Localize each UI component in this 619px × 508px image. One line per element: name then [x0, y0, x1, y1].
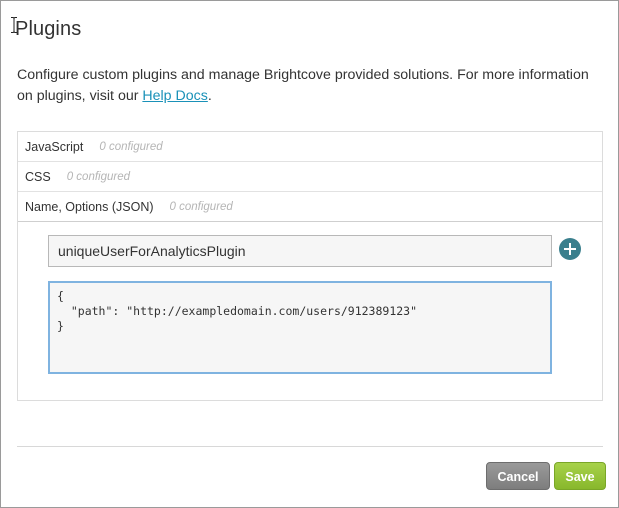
dialog-description: Configure custom plugins and manage Brig…: [17, 65, 607, 107]
section-label: JavaScript: [25, 139, 84, 154]
dialog-title: Plugins: [15, 18, 82, 40]
section-count: 0 configured: [169, 200, 233, 213]
plugins-dialog: Plugins Configure custom plugins and man…: [0, 0, 619, 508]
help-docs-link[interactable]: Help Docs: [142, 88, 207, 104]
plugin-name-input[interactable]: [48, 235, 552, 267]
footer-divider: [17, 446, 603, 447]
section-javascript[interactable]: JavaScript 0 configured: [18, 132, 602, 162]
cancel-button[interactable]: Cancel: [486, 462, 550, 490]
description-end: .: [207, 88, 212, 104]
section-label: Name, Options (JSON): [25, 199, 154, 214]
section-name-options-json[interactable]: Name, Options (JSON) 0 configured: [18, 192, 602, 222]
save-button[interactable]: Save: [554, 462, 606, 490]
plugin-sections-panel: JavaScript 0 configured CSS 0 configured…: [17, 131, 603, 401]
section-count: 0 configured: [66, 170, 130, 183]
section-css[interactable]: CSS 0 configured: [18, 162, 602, 192]
section-label: CSS: [25, 169, 51, 184]
add-plugin-button[interactable]: [559, 238, 581, 260]
description-text: Configure custom plugins and manage Brig…: [17, 67, 589, 104]
section-count: 0 configured: [99, 140, 163, 153]
plugin-options-json-textarea[interactable]: { "path": "http://exampledomain.com/user…: [48, 281, 552, 374]
